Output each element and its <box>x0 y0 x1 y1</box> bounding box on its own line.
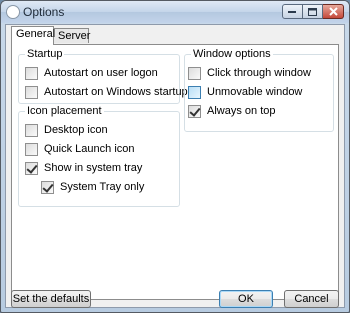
click-through-checkbox[interactable] <box>188 66 201 80</box>
desktop-icon-label: Desktop icon <box>44 124 108 136</box>
show-in-tray-label: Show in system tray <box>44 162 143 174</box>
desktop-icon-option[interactable]: Desktop icon <box>25 123 108 137</box>
quick-launch-label: Quick Launch icon <box>44 143 135 155</box>
window-options-group: Window options Click through window Unmo… <box>184 48 334 132</box>
close-button[interactable] <box>323 4 344 19</box>
close-icon <box>328 7 338 16</box>
desktop-icon-checkbox[interactable] <box>25 123 38 137</box>
window-options-legend: Window options <box>191 48 273 60</box>
tab-general[interactable]: General <box>11 26 56 45</box>
show-in-tray-option[interactable]: Show in system tray <box>25 161 142 175</box>
icon-placement-legend: Icon placement <box>25 105 104 117</box>
always-on-top-option[interactable]: Always on top <box>188 104 275 118</box>
autostart-windows-option[interactable]: Autostart on Windows startup <box>25 85 188 99</box>
tab-general-label: General <box>16 28 56 40</box>
autostart-windows-label: Autostart on Windows startup <box>44 86 188 98</box>
quick-launch-checkbox[interactable] <box>25 142 38 156</box>
quick-launch-option[interactable]: Quick Launch icon <box>25 142 135 156</box>
tray-only-label: System Tray only <box>60 181 145 193</box>
maximize-icon <box>308 7 317 16</box>
cancel-button[interactable]: Cancel <box>284 290 339 308</box>
dialog-body: General Server Startup Autostart on user… <box>5 24 345 308</box>
click-through-option[interactable]: Click through window <box>188 66 311 80</box>
unmovable-checkbox[interactable] <box>188 85 201 99</box>
set-defaults-button[interactable]: Set the defaults <box>11 290 91 308</box>
tab-server[interactable]: Server <box>53 28 91 43</box>
window-title: Options <box>23 5 65 19</box>
click-through-label: Click through window <box>207 67 311 79</box>
autostart-logon-label: Autostart on user logon <box>44 67 158 79</box>
icon-placement-group: Icon placement Desktop icon Quick Launch… <box>18 105 180 207</box>
show-in-tray-checkbox[interactable] <box>25 161 38 175</box>
app-icon <box>6 5 20 19</box>
autostart-logon-checkbox[interactable] <box>25 66 38 80</box>
ok-button[interactable]: OK <box>219 290 273 308</box>
general-tab-panel: Startup Autostart on user logon Autostar… <box>11 44 339 300</box>
always-on-top-label: Always on top <box>207 105 276 117</box>
tray-only-checkbox[interactable] <box>41 180 54 194</box>
autostart-windows-checkbox[interactable] <box>25 85 38 99</box>
tray-only-option[interactable]: System Tray only <box>41 180 144 194</box>
options-window: Options General Server Startup Autostart… <box>0 0 350 313</box>
tab-server-label: Server <box>58 30 91 42</box>
startup-legend: Startup <box>25 48 65 60</box>
maximize-button[interactable] <box>303 4 323 19</box>
startup-group: Startup Autostart on user logon Autostar… <box>18 48 188 104</box>
title-bar[interactable]: Options <box>1 1 349 23</box>
minimize-button[interactable] <box>282 4 303 19</box>
unmovable-label: Unmovable window <box>207 86 303 98</box>
unmovable-option[interactable]: Unmovable window <box>188 85 302 99</box>
autostart-logon-option[interactable]: Autostart on user logon <box>25 66 158 80</box>
minimize-icon <box>288 10 296 13</box>
always-on-top-checkbox[interactable] <box>188 104 201 118</box>
